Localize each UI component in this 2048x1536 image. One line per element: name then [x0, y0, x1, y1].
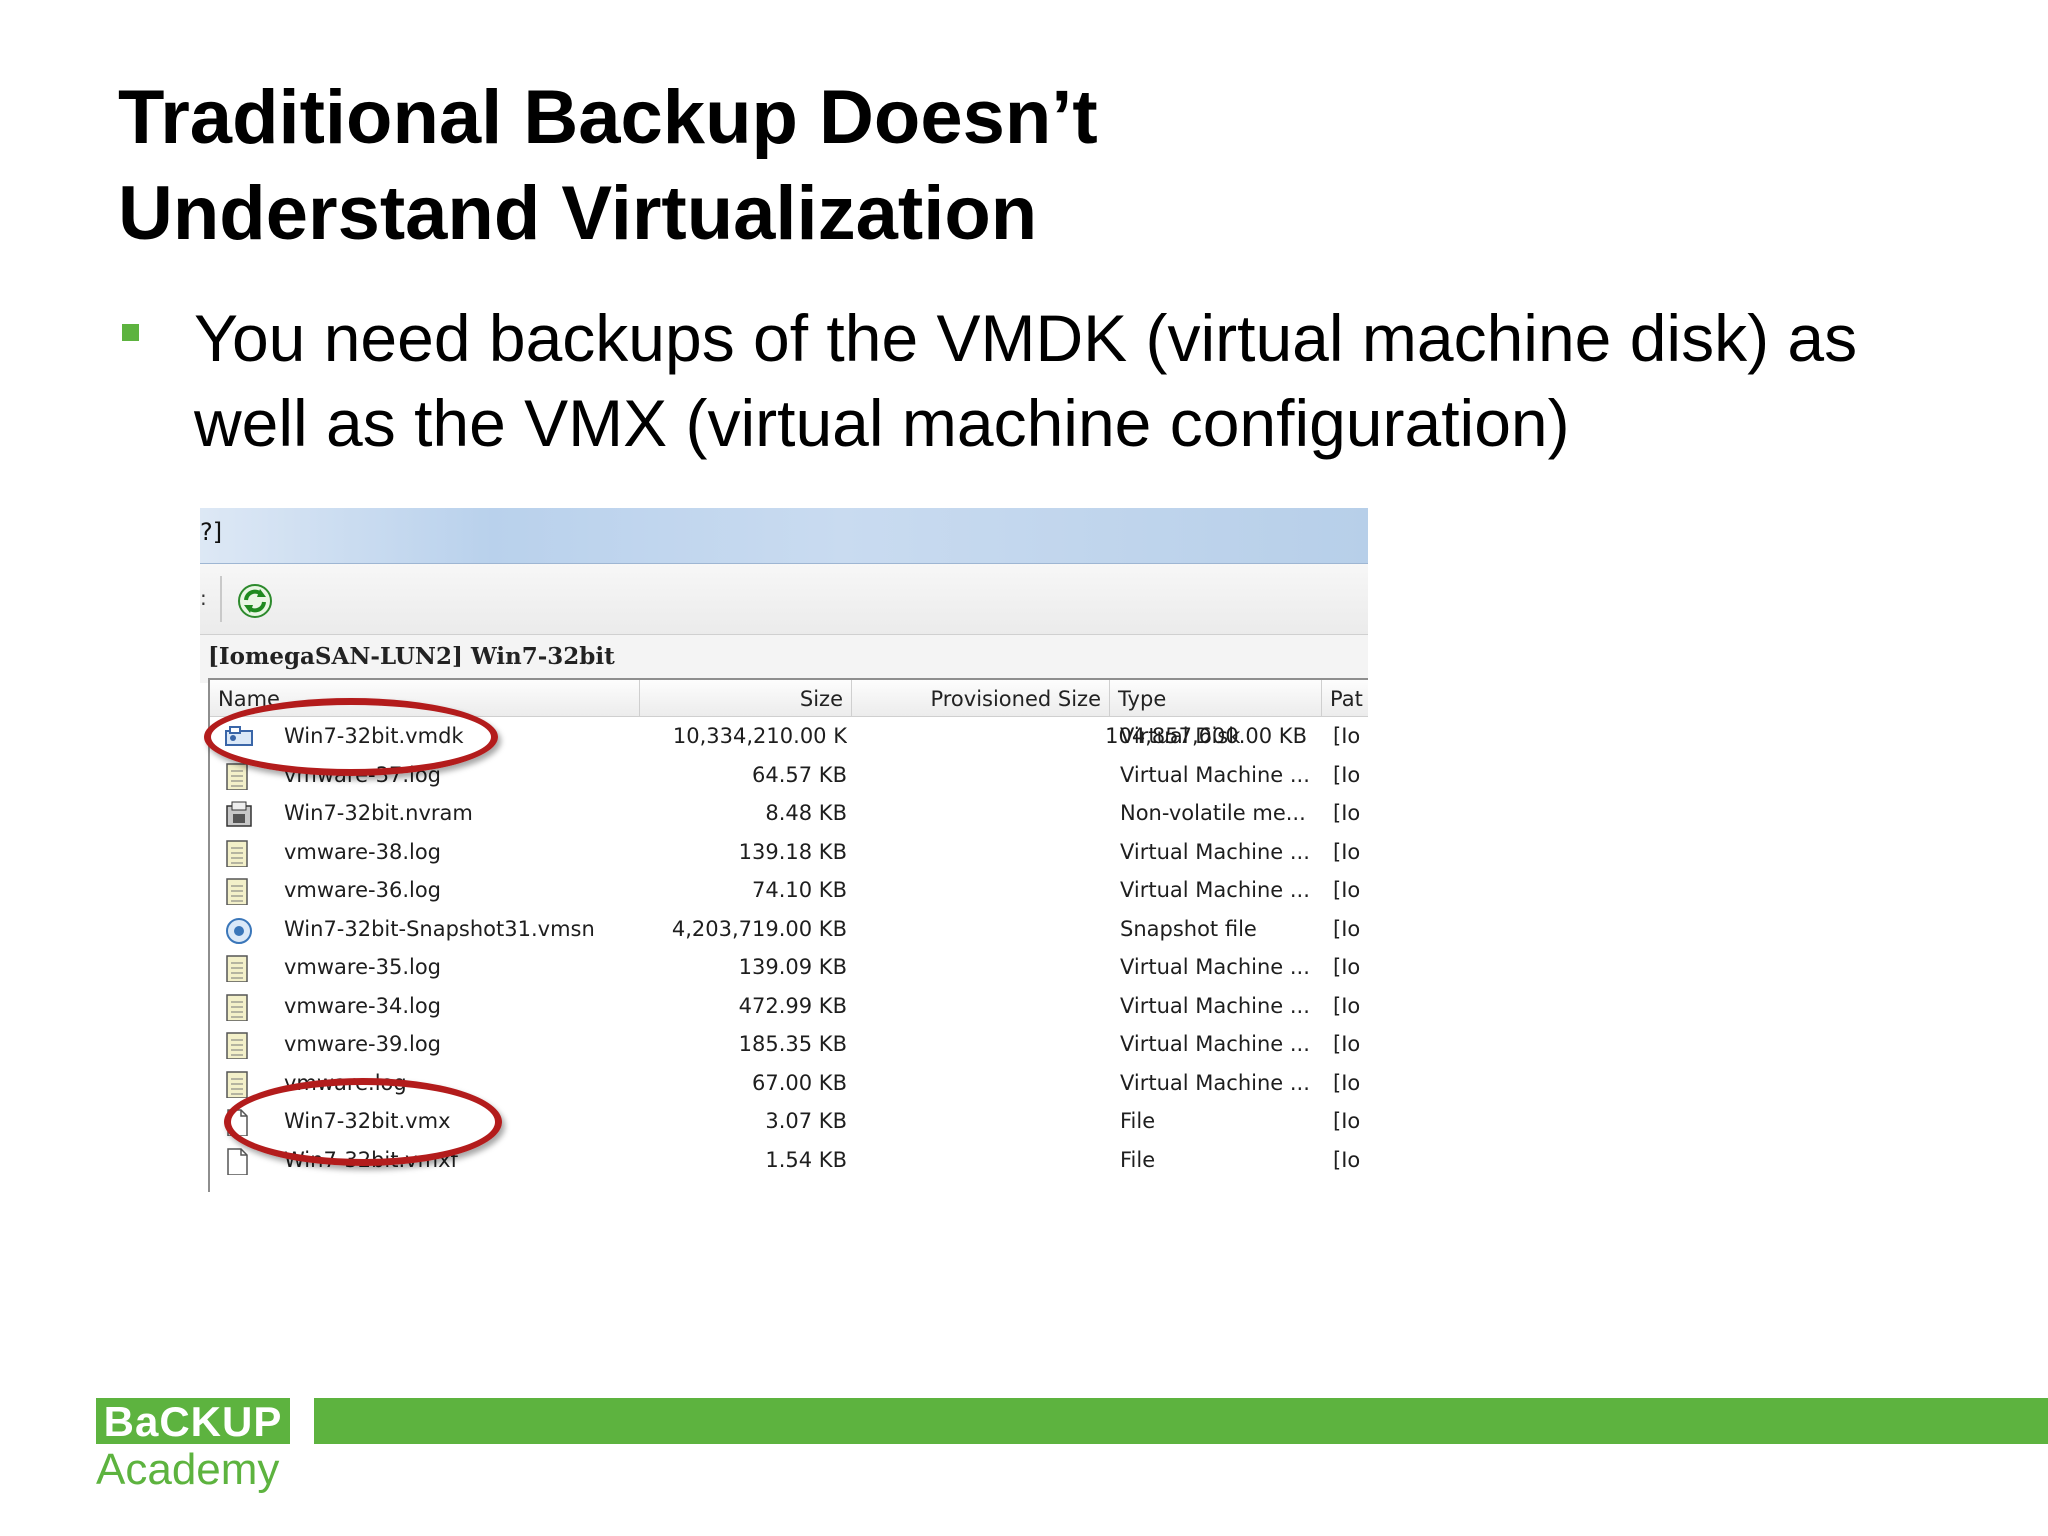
file-path: [Io — [1333, 801, 1361, 825]
slide-title-line-2: Understand Virtualization — [118, 171, 1038, 256]
file-type: Virtual Disk — [1120, 724, 1241, 748]
datastore-browser-screenshot: ?] : [IomegaSAN-LUN2] Win7-32bit Name Si… — [200, 508, 1368, 1192]
file-size: 4,203,719.00 KB — [671, 916, 847, 941]
file-size: 10,334,210.00 K — [672, 724, 847, 748]
file-size: 139.18 KB — [738, 839, 847, 864]
file-path: [Io — [1333, 1070, 1361, 1095]
generic-file-icon — [224, 1147, 256, 1175]
file-size: 74.10 KB — [752, 878, 847, 902]
logo-bottom: Academy — [96, 1445, 280, 1494]
window-titlebar: ?] — [200, 508, 1368, 564]
file-size: 64.57 KB — [752, 762, 847, 787]
file-path: [Io — [1333, 839, 1361, 864]
file-path: [Io — [1333, 1032, 1361, 1056]
log-file-icon — [224, 877, 256, 905]
file-size: 472.99 KB — [738, 993, 847, 1018]
file-size: 185.35 KB — [738, 1032, 847, 1056]
toolbar-separator — [220, 576, 222, 622]
table-row[interactable]: vmware-36.log 74.10 KB Virtual Machine ...… — [210, 871, 1368, 909]
file-type: File — [1120, 1147, 1156, 1172]
file-size: 67.00 KB — [752, 1070, 847, 1095]
file-path: [Io — [1333, 762, 1361, 787]
file-type: Virtual Machine ... — [1120, 993, 1310, 1018]
file-type: Snapshot file — [1120, 916, 1257, 941]
file-type: File — [1120, 1109, 1156, 1133]
column-header-provisioned-size[interactable]: Provisioned Size — [852, 680, 1110, 716]
file-path: [Io — [1333, 1147, 1361, 1172]
table-row[interactable]: vmware-34.log 472.99 KB Virtual Machine ..… — [210, 987, 1368, 1025]
slide-title-line-1: Traditional Backup Doesn’t — [118, 75, 1098, 160]
breadcrumb: [IomegaSAN-LUN2] Win7-32bit — [200, 635, 1368, 683]
titlebar-fragment: ?] — [200, 518, 223, 546]
backup-academy-logo: BaCKUP Academy — [96, 1398, 290, 1498]
log-file-icon — [224, 954, 256, 982]
column-header-size[interactable]: Size — [640, 680, 852, 716]
file-path: [Io — [1333, 724, 1361, 748]
toolbar: : — [200, 564, 1368, 635]
file-type: Virtual Machine ... — [1120, 1032, 1310, 1056]
table-row[interactable]: Win7-32bit.nvram 8.48 KB Non-volatile me..… — [210, 794, 1368, 832]
column-header-type[interactable]: Type — [1110, 680, 1322, 716]
file-path: [Io — [1333, 993, 1361, 1018]
log-file-icon — [224, 1070, 256, 1098]
refresh-button[interactable] — [236, 582, 274, 620]
file-type: Virtual Machine ... — [1120, 955, 1310, 979]
file-size: 139.09 KB — [738, 955, 847, 979]
highlight-circle-vmdk — [204, 698, 498, 776]
log-file-icon — [224, 839, 256, 867]
toolbar-fragment: : — [200, 586, 207, 610]
file-type: Virtual Machine ... — [1120, 839, 1310, 864]
footer-bar — [314, 1398, 2048, 1444]
table-row[interactable]: vmware-38.log 139.18 KB Virtual Machine ..… — [210, 833, 1368, 871]
file-size: 1.54 KB — [765, 1147, 847, 1172]
table-row[interactable]: vmware-39.log 185.35 KB Virtual Machine ..… — [210, 1025, 1368, 1063]
file-type: Virtual Machine ... — [1120, 878, 1310, 902]
file-path: [Io — [1333, 955, 1361, 979]
file-type: Virtual Machine ... — [1120, 762, 1310, 787]
nvram-icon — [224, 800, 256, 828]
slide-title: Traditional Backup Doesn’t Understand Vi… — [118, 70, 1618, 262]
file-size: 8.48 KB — [765, 801, 847, 825]
log-file-icon — [224, 1031, 256, 1059]
file-size: 3.07 KB — [765, 1109, 847, 1133]
bullet-square-icon — [122, 324, 139, 341]
log-file-icon — [224, 993, 256, 1021]
logo-top: BaCKUP — [96, 1398, 290, 1445]
file-path: [Io — [1333, 878, 1361, 902]
file-path: [Io — [1333, 1109, 1361, 1133]
bullet-text: You need backups of the VMDK (virtual ma… — [194, 301, 1858, 460]
file-type: Non-volatile me... — [1120, 801, 1306, 825]
column-header-path[interactable]: Pat — [1322, 680, 1368, 716]
highlight-circle-vmx — [224, 1078, 502, 1166]
table-row[interactable]: vmware-35.log 139.09 KB Virtual Machine ..… — [210, 948, 1368, 986]
snapshot-icon — [224, 916, 256, 944]
refresh-icon — [238, 584, 272, 618]
file-path: [Io — [1333, 916, 1361, 941]
table-row[interactable]: Win7-32bit-Snapshot31.vmsn 4,203,719.00 K… — [210, 910, 1368, 948]
datastore-path: [IomegaSAN-LUN2] Win7-32bit — [208, 643, 615, 670]
file-type: Virtual Machine ... — [1120, 1070, 1310, 1095]
